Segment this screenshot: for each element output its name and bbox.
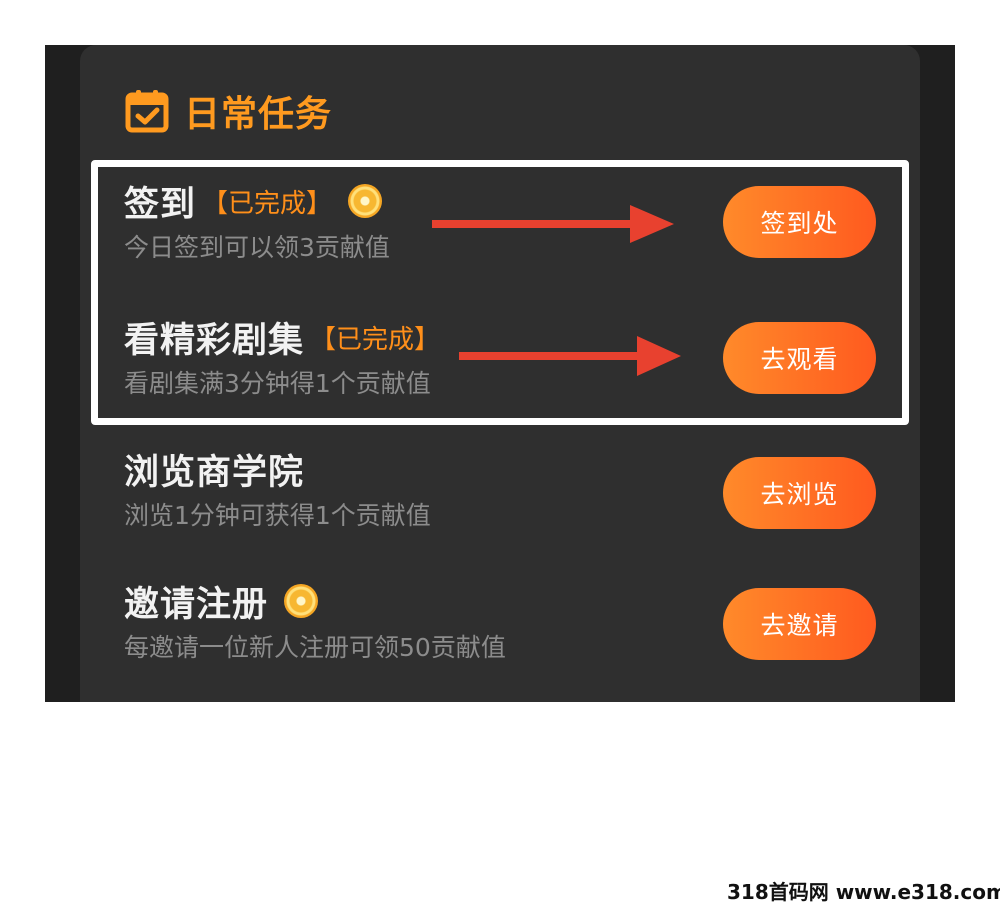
arrow-icon [459,336,681,376]
task-description: 浏览1分钟可获得1个贡献值 [124,501,431,530]
invite-button[interactable]: 去邀请 [723,588,876,660]
arrow-icon [432,205,674,243]
status-badge: 【已完成】 [202,188,333,219]
task-item-invite: 邀请注册 每邀请一位新人注册可领50贡献值 [124,578,506,664]
coin-icon [348,184,383,218]
task-name: 邀请注册 [124,584,269,625]
task-item-browse-academy: 浏览商学院 浏览1分钟可获得1个贡献值 [124,446,431,532]
task-name: 签到 [124,184,197,225]
calendar-check-icon [125,90,169,133]
watch-button[interactable]: 去观看 [723,322,876,394]
browse-button[interactable]: 去浏览 [723,457,876,529]
sign-in-button[interactable]: 签到处 [723,186,876,258]
task-description: 看剧集满3分钟得1个贡献值 [124,369,431,398]
task-name: 浏览商学院 [124,452,305,493]
task-item-sign-in: 签到 【已完成】 今日签到可以领3贡献值 [124,178,390,264]
coin-icon [284,584,319,618]
watermark: 318首码网 www.e318.com [727,880,1000,904]
task-description: 今日签到可以领3贡献值 [124,233,390,262]
card-title: 日常任务 [184,94,333,135]
status-badge: 【已完成】 [310,324,441,355]
task-description: 每邀请一位新人注册可领50贡献值 [124,633,506,662]
card-header: 日常任务 [124,88,333,135]
task-item-watch-series: 看精彩剧集 【已完成】 看剧集满3分钟得1个贡献值 [124,314,440,400]
task-name: 看精彩剧集 [124,320,305,361]
